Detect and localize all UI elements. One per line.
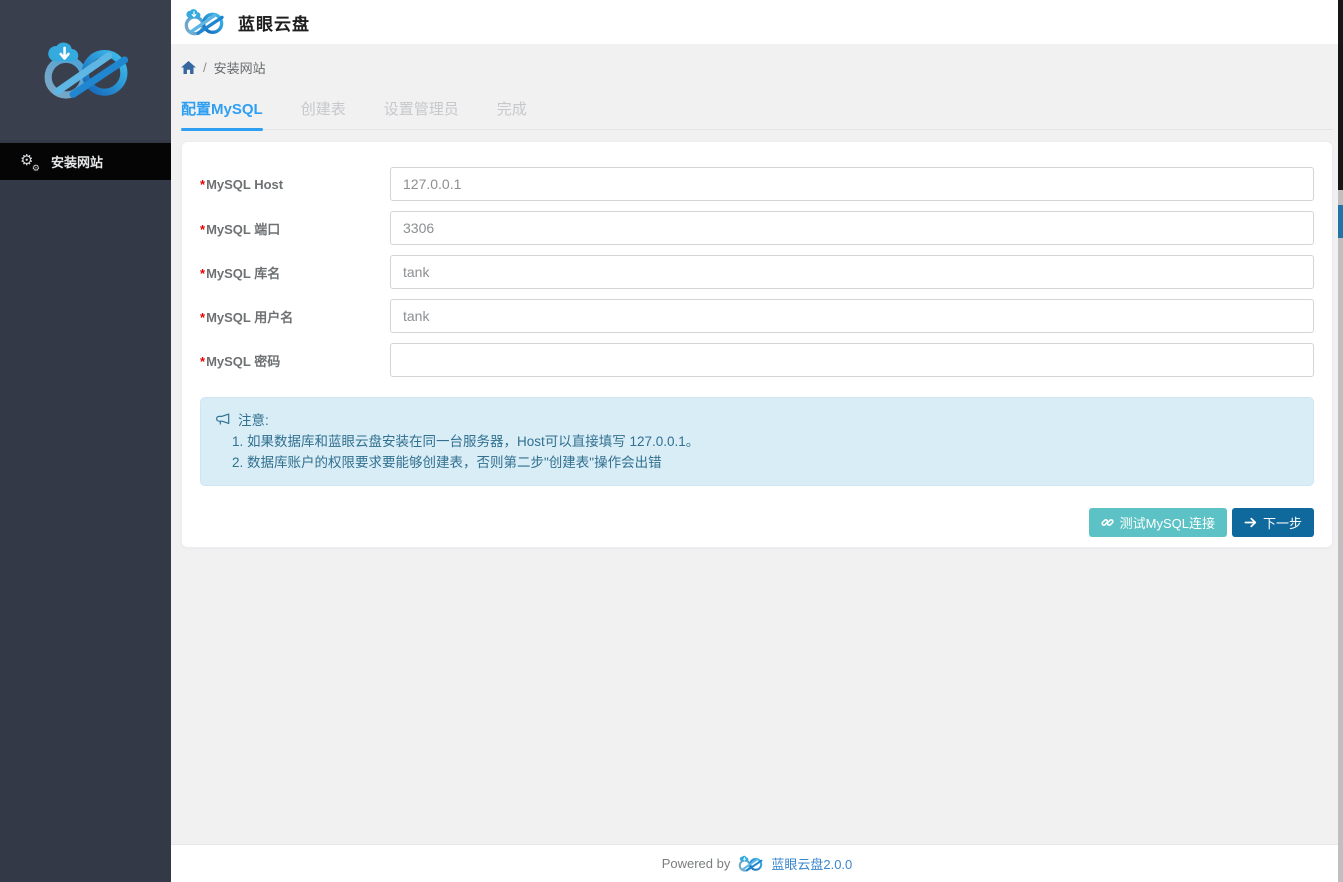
powered-by-text: Powered by — [662, 856, 731, 871]
required-asterisk: * — [200, 310, 205, 325]
wizard-tabs: 配置MySQL 创建表 设置管理员 完成 — [181, 98, 1333, 130]
sidebar-item-install-site[interactable]: ⚙⚙ 安装网站 — [0, 143, 171, 180]
tab-create-tables[interactable]: 创建表 — [301, 98, 346, 129]
tab-label: 完成 — [497, 101, 527, 118]
sidebar-nav: ⚙⚙ 安装网站 — [0, 140, 171, 180]
arrow-right-icon — [1244, 516, 1257, 529]
tank-logo-icon — [737, 855, 764, 872]
field-label: *MySQL 库名 — [200, 263, 390, 282]
top-header: 蓝眼云盘 — [171, 0, 1343, 44]
breadcrumb-current: 安装网站 — [214, 58, 266, 77]
app-title: 蓝眼云盘 — [238, 10, 310, 35]
sidebar: ⚙⚙ 安装网站 — [0, 0, 171, 882]
field-label: *MySQL Host — [200, 177, 390, 192]
tank-logo-icon — [38, 40, 134, 100]
required-asterisk: * — [200, 266, 205, 281]
main-area: 蓝眼云盘 / 安装网站 配置MySQL 创建表 设置管理员 完成 *MySQL Hos… — [171, 0, 1343, 882]
form-row: *MySQL Host — [200, 167, 1314, 201]
scrollbar-dark-segment — [1338, 0, 1343, 190]
app-window: ⚙⚙ 安装网站 蓝眼云盘 / 安装网站 配置MySQL 创建表 设置管理员 完成 *M… — [0, 0, 1343, 882]
scrollbar-thumb[interactable] — [1338, 205, 1343, 238]
mysql-form: *MySQL Host *MySQL 端口 *MySQL 库名 *MySQL 用… — [200, 167, 1314, 377]
tab-label: 配置MySQL — [181, 101, 263, 118]
tab-finish[interactable]: 完成 — [497, 98, 527, 129]
breadcrumb-separator: / — [203, 60, 207, 75]
note-title-row: 注意: — [216, 409, 1298, 429]
breadcrumb: / 安装网站 — [181, 44, 1333, 77]
form-row: *MySQL 密码 — [200, 343, 1314, 377]
mysql-username-input[interactable] — [390, 299, 1314, 333]
footer-brand-link[interactable]: 蓝眼云盘2.0.0 — [771, 854, 852, 873]
cogs-icon: ⚙⚙ — [20, 153, 39, 170]
form-row: *MySQL 端口 — [200, 211, 1314, 245]
note-item: 数据库账户的权限要求要能够创建表，否则第二步"创建表"操作会出错 — [247, 454, 1298, 472]
megaphone-icon — [216, 413, 231, 426]
note-title: 注意: — [238, 409, 269, 429]
tab-label: 设置管理员 — [384, 101, 459, 118]
form-row: *MySQL 用户名 — [200, 299, 1314, 333]
required-asterisk: * — [200, 222, 205, 237]
sidebar-logo-area — [0, 0, 171, 140]
link-icon — [1101, 516, 1114, 529]
sidebar-item-label: 安装网站 — [51, 152, 103, 171]
note-list: 如果数据库和蓝眼云盘安装在同一台服务器，Host可以直接填写 127.0.0.1… — [216, 433, 1298, 472]
form-row: *MySQL 库名 — [200, 255, 1314, 289]
tab-config-mysql[interactable]: 配置MySQL — [181, 98, 263, 129]
home-icon[interactable] — [181, 61, 196, 74]
test-button-label: 测试MySQL连接 — [1120, 513, 1215, 532]
mysql-password-input[interactable] — [390, 343, 1314, 377]
test-mysql-connection-button[interactable]: 测试MySQL连接 — [1089, 508, 1227, 537]
next-button-label: 下一步 — [1263, 513, 1302, 532]
required-asterisk: * — [200, 354, 205, 369]
mysql-database-input[interactable] — [390, 255, 1314, 289]
footer: Powered by 蓝眼云盘2.0.0 — [171, 844, 1343, 882]
tab-set-admin[interactable]: 设置管理员 — [384, 98, 459, 129]
content-area: / 安装网站 配置MySQL 创建表 设置管理员 完成 *MySQL Host *My… — [171, 44, 1343, 844]
field-label: *MySQL 端口 — [200, 219, 390, 238]
field-label: *MySQL 用户名 — [200, 307, 390, 326]
mysql-port-input[interactable] — [390, 211, 1314, 245]
actions-row: 测试MySQL连接 下一步 — [200, 508, 1314, 537]
next-step-button[interactable]: 下一步 — [1232, 508, 1314, 537]
scrollbar-track — [1338, 0, 1343, 882]
mysql-host-input[interactable] — [390, 167, 1314, 201]
tank-logo-icon — [181, 8, 227, 36]
note-box: 注意: 如果数据库和蓝眼云盘安装在同一台服务器，Host可以直接填写 127.0… — [200, 397, 1314, 486]
tab-label: 创建表 — [301, 101, 346, 118]
mysql-config-panel: *MySQL Host *MySQL 端口 *MySQL 库名 *MySQL 用… — [181, 141, 1333, 548]
note-item: 如果数据库和蓝眼云盘安装在同一台服务器，Host可以直接填写 127.0.0.1… — [247, 433, 1298, 451]
required-asterisk: * — [200, 177, 205, 192]
field-label: *MySQL 密码 — [200, 351, 390, 370]
